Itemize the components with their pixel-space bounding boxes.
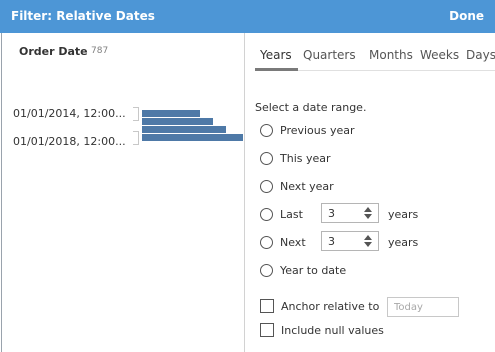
radio-button[interactable] — [260, 180, 273, 193]
option-label: This year — [280, 152, 331, 165]
histogram-bar-2016 — [142, 126, 226, 133]
histogram-bar-2014 — [142, 110, 200, 117]
tab-months[interactable]: Months — [369, 48, 413, 62]
range-start-label: 01/01/2014, 12:00... — [13, 107, 126, 120]
last-n-value: 3 — [328, 207, 335, 220]
radio-button[interactable] — [260, 208, 273, 221]
range-end-label: 01/01/2018, 12:00... — [13, 135, 126, 148]
anchor-checkbox[interactable] — [260, 299, 274, 313]
next-n-value: 3 — [328, 235, 335, 248]
histogram-bar-2017 — [142, 134, 243, 141]
tab-years[interactable]: Years — [260, 48, 292, 62]
radio-button[interactable] — [260, 264, 273, 277]
field-summary-panel: Order Date 787 01/01/2014, 12:00... 01/0… — [1, 33, 245, 352]
radio-button[interactable] — [260, 236, 273, 249]
option-label: Next — [280, 236, 306, 249]
include-null-checkbox[interactable] — [260, 323, 274, 337]
include-null-label: Include null values — [281, 324, 384, 337]
radio-button[interactable] — [260, 124, 273, 137]
active-tab-indicator — [255, 68, 298, 71]
option-label: Year to date — [280, 264, 347, 277]
field-name: Order Date — [19, 45, 88, 58]
dialog-header: Filter: Relative Dates Done — [0, 0, 495, 33]
tab-quarters[interactable]: Quarters — [303, 48, 356, 62]
option-label: Previous year — [280, 124, 355, 137]
relative-date-panel: Years Quarters Months Weeks Days Select … — [246, 33, 495, 352]
tab-days[interactable]: Days — [466, 48, 495, 62]
stepper-arrows-icon[interactable] — [364, 205, 372, 221]
done-button[interactable]: Done — [449, 9, 484, 23]
range-start-bracket — [133, 107, 139, 121]
option-label: Last — [280, 208, 303, 221]
last-n-stepper[interactable]: 3 — [321, 203, 379, 223]
dialog-title: Filter: Relative Dates — [11, 9, 155, 23]
anchor-label: Anchor relative to — [281, 300, 380, 313]
next-n-unit: years — [388, 236, 419, 249]
range-end-bracket — [133, 131, 139, 145]
histogram-bar-2015 — [142, 118, 213, 125]
period-tabs: Years Quarters Months Weeks Days — [258, 48, 495, 70]
next-n-stepper[interactable]: 3 — [321, 231, 379, 251]
stepper-arrows-icon[interactable] — [364, 233, 372, 249]
last-n-unit: years — [388, 208, 419, 221]
tab-weeks[interactable]: Weeks — [420, 48, 459, 62]
range-prompt: Select a date range. — [255, 101, 367, 114]
radio-button[interactable] — [260, 152, 273, 165]
anchor-date-input[interactable] — [387, 297, 459, 317]
field-count: 787 — [91, 46, 109, 56]
option-label: Next year — [280, 180, 334, 193]
